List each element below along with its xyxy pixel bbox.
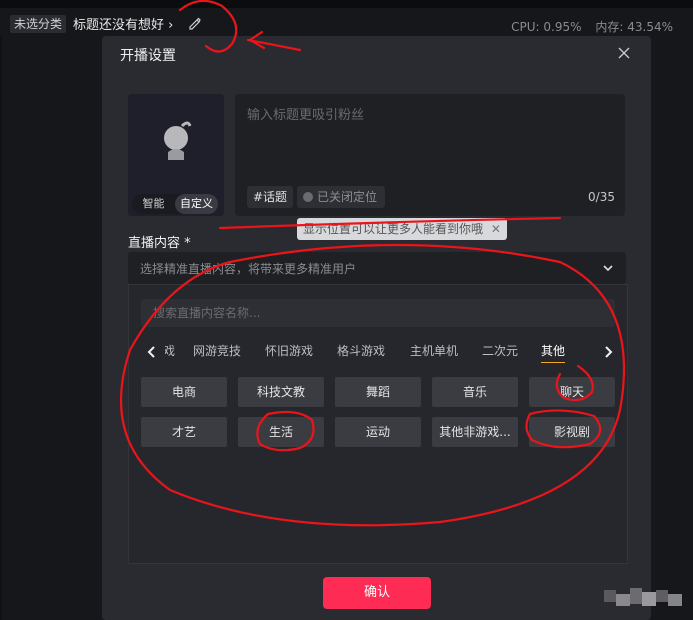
tab-anime[interactable]: 二次元 (482, 341, 518, 361)
title-input[interactable] (247, 104, 607, 126)
mode-custom[interactable]: 自定义 (175, 194, 218, 214)
stream-settings-dialog: 开播设置 智能 自定义 #话题 已关闭定位 0/35 显示位置可以让更多人能看到… (102, 36, 651, 620)
category-tag[interactable]: 未选分类 (10, 15, 67, 33)
category-film-tv[interactable]: 影视剧 (529, 417, 615, 447)
memory-usage: 内存: 43.54% (595, 20, 673, 34)
category-other-non-game[interactable]: 其他非游戏... (432, 417, 518, 447)
category-panel: 戏 网游竞技 怀旧游戏 格斗游戏 主机单机 二次元 其他 电商 科技文教 舞蹈 … (128, 284, 628, 564)
category-life[interactable]: 生活 (238, 417, 324, 447)
system-stats: CPU: 0.95% 内存: 43.54% (501, 18, 673, 35)
category-search[interactable] (141, 299, 615, 327)
location-dot-icon (303, 192, 313, 202)
mode-toggle[interactable]: 智能 自定义 (132, 194, 218, 214)
stream-title-text: 标题还没有想好 (73, 18, 165, 33)
category-ecommerce[interactable]: 电商 (141, 377, 227, 407)
location-label: 已关闭定位 (317, 190, 378, 204)
left-edge (0, 36, 2, 620)
tip-close-icon[interactable]: ✕ (491, 222, 501, 236)
cover-thumbnail[interactable]: 智能 自定义 (128, 94, 224, 216)
location-tip-text: 显示位置可以让更多人能看到你哦 (303, 222, 484, 236)
edit-icon[interactable] (188, 16, 202, 30)
tab-online-competitive[interactable]: 网游竞技 (193, 341, 241, 361)
top-bar: 未选分类 标题还没有想好 › CPU: 0.95% 内存: 43.54% (0, 8, 693, 38)
tab-other[interactable]: 其他 (541, 341, 566, 363)
chevron-left-icon[interactable] (145, 344, 159, 360)
avatar-placeholder-icon (164, 121, 192, 160)
chevron-right-icon[interactable] (601, 344, 615, 360)
tab-strip: 戏 网游竞技 怀旧游戏 格斗游戏 主机单机 二次元 其他 (165, 341, 587, 363)
tab-retro-games[interactable]: 怀旧游戏 (265, 341, 313, 361)
cpu-usage: CPU: 0.95% (511, 20, 582, 34)
title-box: #话题 已关闭定位 0/35 (235, 94, 625, 216)
category-music[interactable]: 音乐 (432, 377, 518, 407)
mode-smart[interactable]: 智能 (132, 194, 175, 214)
category-search-input[interactable] (153, 304, 593, 322)
top-strip (0, 0, 693, 8)
location-toggle[interactable]: 已关闭定位 (297, 186, 386, 208)
confirm-button[interactable]: 确认 (323, 577, 431, 609)
tab-console-single[interactable]: 主机单机 (410, 341, 458, 361)
close-icon[interactable] (615, 44, 633, 62)
tab-fighting-games[interactable]: 格斗游戏 (337, 341, 385, 361)
location-tip: 显示位置可以让更多人能看到你哦 ✕ (297, 218, 507, 240)
category-talent[interactable]: 才艺 (141, 417, 227, 447)
category-dance[interactable]: 舞蹈 (335, 377, 421, 407)
stream-title[interactable]: 标题还没有想好 › (73, 14, 173, 33)
category-tabs: 戏 网游竞技 怀旧游戏 格斗游戏 主机单机 二次元 其他 (141, 341, 615, 363)
dialog-title: 开播设置 (120, 48, 176, 64)
category-sports[interactable]: 运动 (335, 417, 421, 447)
category-chat[interactable]: 聊天 (529, 377, 615, 407)
content-select[interactable]: 选择精准直播内容，将带来更多精准用户 (128, 252, 626, 284)
topic-button[interactable]: #话题 (247, 186, 294, 208)
chevron-down-icon (603, 265, 613, 272)
content-section-label: 直播内容 * (128, 236, 191, 251)
blurred-watermark (604, 588, 682, 606)
tab-game-partial[interactable]: 戏 (165, 341, 175, 361)
content-select-placeholder: 选择精准直播内容，将带来更多精准用户 (140, 262, 357, 276)
category-tech-education[interactable]: 科技文教 (238, 377, 324, 407)
char-count: 0/35 (588, 190, 615, 204)
